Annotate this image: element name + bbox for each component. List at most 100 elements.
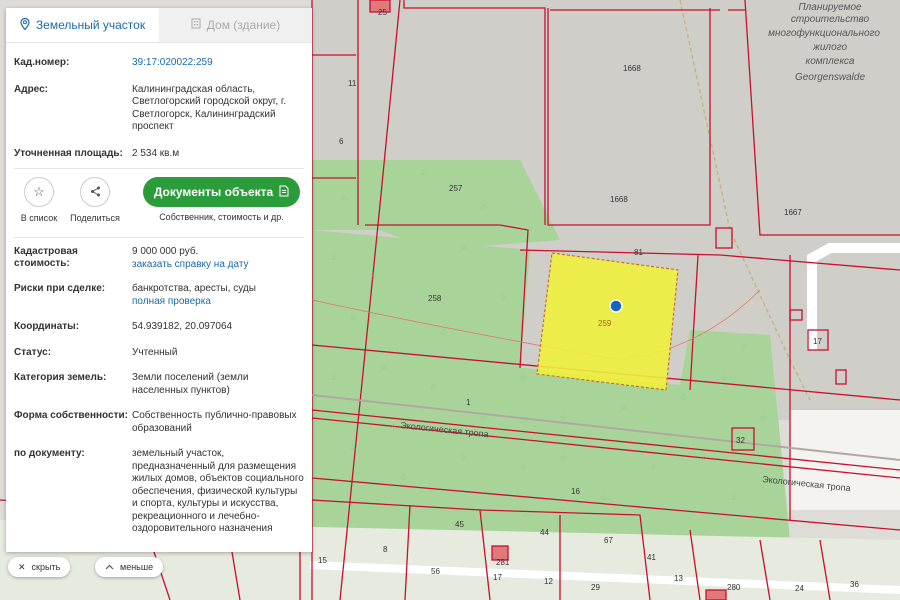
tab-label: Дом (здание) bbox=[206, 18, 281, 32]
documents-subtitle: Собственник, стоимость и др. bbox=[159, 212, 284, 222]
parcel-label: 1668 bbox=[623, 64, 641, 73]
tree-icon: ♧ bbox=[420, 168, 427, 177]
tree-icon: ♧ bbox=[560, 453, 567, 462]
tree-icon: ♧ bbox=[680, 393, 687, 402]
parcel-label: 29 bbox=[591, 583, 600, 592]
chevron-up-icon bbox=[105, 562, 114, 572]
object-tabs: Земельный участок Дом (здание) bbox=[6, 8, 312, 43]
parcel-label: 1668 bbox=[610, 195, 628, 204]
tree-icon: ♧ bbox=[730, 493, 737, 502]
cadastral-number-row: Кад.номер: 39:17:020022:259 bbox=[6, 57, 312, 70]
land-category-label: Категория земель: bbox=[14, 372, 107, 383]
hide-panel-button[interactable]: ✕ скрыть bbox=[8, 557, 71, 577]
tree-icon: ♧ bbox=[380, 363, 387, 372]
cost-value: 9 000 000 руб. bbox=[132, 246, 199, 257]
parcel-label: 67 bbox=[604, 536, 613, 545]
cost-value-block: 9 000 000 руб. заказать справку на дату bbox=[132, 246, 304, 271]
tree-icon: ♧ bbox=[350, 313, 357, 322]
tree-icon: ♧ bbox=[520, 463, 527, 472]
tree-icon: ♧ bbox=[440, 328, 447, 337]
parcel-label: 17 bbox=[813, 337, 822, 346]
tree-icon: ♧ bbox=[600, 493, 607, 502]
parcel-label: 24 bbox=[795, 584, 804, 593]
cost-label: Кадастровая стоимость: bbox=[14, 246, 78, 269]
parcel-label: 1667 bbox=[784, 208, 802, 217]
parcel-label: 44 bbox=[540, 528, 549, 537]
area-value: 2 534 кв.м bbox=[132, 147, 180, 159]
parcel-label: 81 bbox=[634, 248, 643, 257]
risks-row: Риски при сделке: банкротства, аресты, с… bbox=[6, 283, 312, 308]
parcel-label: 16 bbox=[571, 487, 580, 496]
full-check-link[interactable]: полная проверка bbox=[132, 296, 304, 309]
tree-icon: ♧ bbox=[460, 243, 467, 252]
star-icon: ☆ bbox=[33, 184, 45, 199]
status-value: Учтенный bbox=[132, 346, 178, 358]
svg-text:комплекса: комплекса bbox=[805, 56, 854, 67]
svg-text:Планируемое: Планируемое bbox=[798, 2, 862, 13]
coordinates-value: 54.939182, 20.097064 bbox=[132, 321, 233, 332]
tab-label: Земельный участок bbox=[35, 18, 146, 32]
location-marker-icon[interactable] bbox=[609, 299, 623, 313]
land-category-value: Земли поселений (земли населенных пункто… bbox=[132, 372, 249, 396]
tree-icon: ♧ bbox=[500, 293, 507, 302]
tree-icon: ♧ bbox=[370, 273, 377, 282]
tab-land-plot[interactable]: Земельный участок bbox=[6, 8, 159, 42]
share-icon bbox=[90, 185, 101, 200]
tree-icon: ♧ bbox=[760, 413, 767, 422]
parcel-label: 32 bbox=[736, 436, 745, 445]
tree-icon: ♧ bbox=[650, 463, 657, 472]
cadastral-number-label: Кад.номер: bbox=[14, 57, 70, 68]
status-row: Статус: Учтенный bbox=[6, 347, 312, 360]
parcel-label: 258 bbox=[428, 294, 442, 303]
parcel-label: 6 bbox=[339, 137, 344, 146]
tree-icon: ♧ bbox=[330, 373, 337, 382]
tree-icon: ♧ bbox=[480, 203, 487, 212]
parcel-label: 17 bbox=[493, 573, 502, 582]
collapse-panel-button[interactable]: меньше bbox=[95, 557, 164, 577]
hide-label: скрыть bbox=[31, 562, 61, 572]
documents-button-label: Документы объекта bbox=[153, 185, 274, 199]
document-icon bbox=[279, 185, 289, 200]
svg-text:строительство: строительство bbox=[791, 14, 870, 25]
risks-value: банкротства, аресты, суды bbox=[132, 283, 256, 294]
coordinates-label: Координаты: bbox=[14, 321, 80, 332]
tree-icon: ♧ bbox=[620, 403, 627, 412]
actions-bar: ☆ В список Поделиться Документы объекта … bbox=[6, 169, 312, 229]
add-to-list-button[interactable]: ☆ bbox=[24, 177, 54, 207]
risks-value-block: банкротства, аресты, суды полная проверк… bbox=[132, 283, 304, 308]
selected-parcel-label: 259 bbox=[598, 319, 612, 328]
permitted-use-label: по документу: bbox=[14, 448, 85, 459]
permitted-use-value: земельный участок, предназначенный для р… bbox=[132, 448, 304, 534]
status-label: Статус: bbox=[14, 346, 52, 358]
cadastral-number-link[interactable]: 39:17:020022:259 bbox=[132, 57, 304, 70]
svg-text:Georgenswalde: Georgenswalde bbox=[795, 72, 865, 83]
svg-text:многофункционального: многофункционального bbox=[768, 27, 880, 39]
address-row: Адрес: Калининградская область, Светлого… bbox=[6, 84, 312, 134]
tree-icon: ♧ bbox=[340, 193, 347, 202]
order-certificate-link[interactable]: заказать справку на дату bbox=[132, 259, 304, 272]
parcel-label: 11 bbox=[348, 79, 357, 88]
tree-icon: ♧ bbox=[740, 343, 747, 352]
parcel-label: 280 bbox=[727, 583, 741, 592]
tree-icon: ♧ bbox=[430, 383, 437, 392]
parcel-label: 8 bbox=[383, 545, 388, 554]
coordinates-row: Координаты: 54.939182, 20.097064 bbox=[6, 321, 312, 334]
ownership-row: Форма собственности: Собственность публи… bbox=[6, 410, 312, 435]
tab-building[interactable]: Дом (здание) bbox=[159, 8, 312, 42]
documents-button[interactable]: Документы объекта bbox=[143, 177, 300, 207]
svg-text:жилого: жилого bbox=[812, 42, 847, 53]
less-label: меньше bbox=[120, 562, 154, 572]
parcel-label: 36 bbox=[850, 580, 859, 589]
tree-icon: ♧ bbox=[350, 443, 357, 452]
address-value: Калининградская область, Светлогорский г… bbox=[132, 83, 287, 133]
share-button[interactable] bbox=[80, 177, 110, 207]
parcel-label: 281 bbox=[496, 558, 510, 567]
parcel-label: 13 bbox=[674, 574, 683, 583]
building-icon bbox=[191, 18, 201, 32]
parcel-label: 12 bbox=[544, 577, 553, 586]
ownership-label: Форма собственности: bbox=[14, 410, 128, 421]
parcel-label: 15 bbox=[318, 556, 327, 565]
tree-icon: ♧ bbox=[520, 373, 527, 382]
tree-icon: ♧ bbox=[560, 413, 567, 422]
parcel-label: 56 bbox=[431, 567, 440, 576]
